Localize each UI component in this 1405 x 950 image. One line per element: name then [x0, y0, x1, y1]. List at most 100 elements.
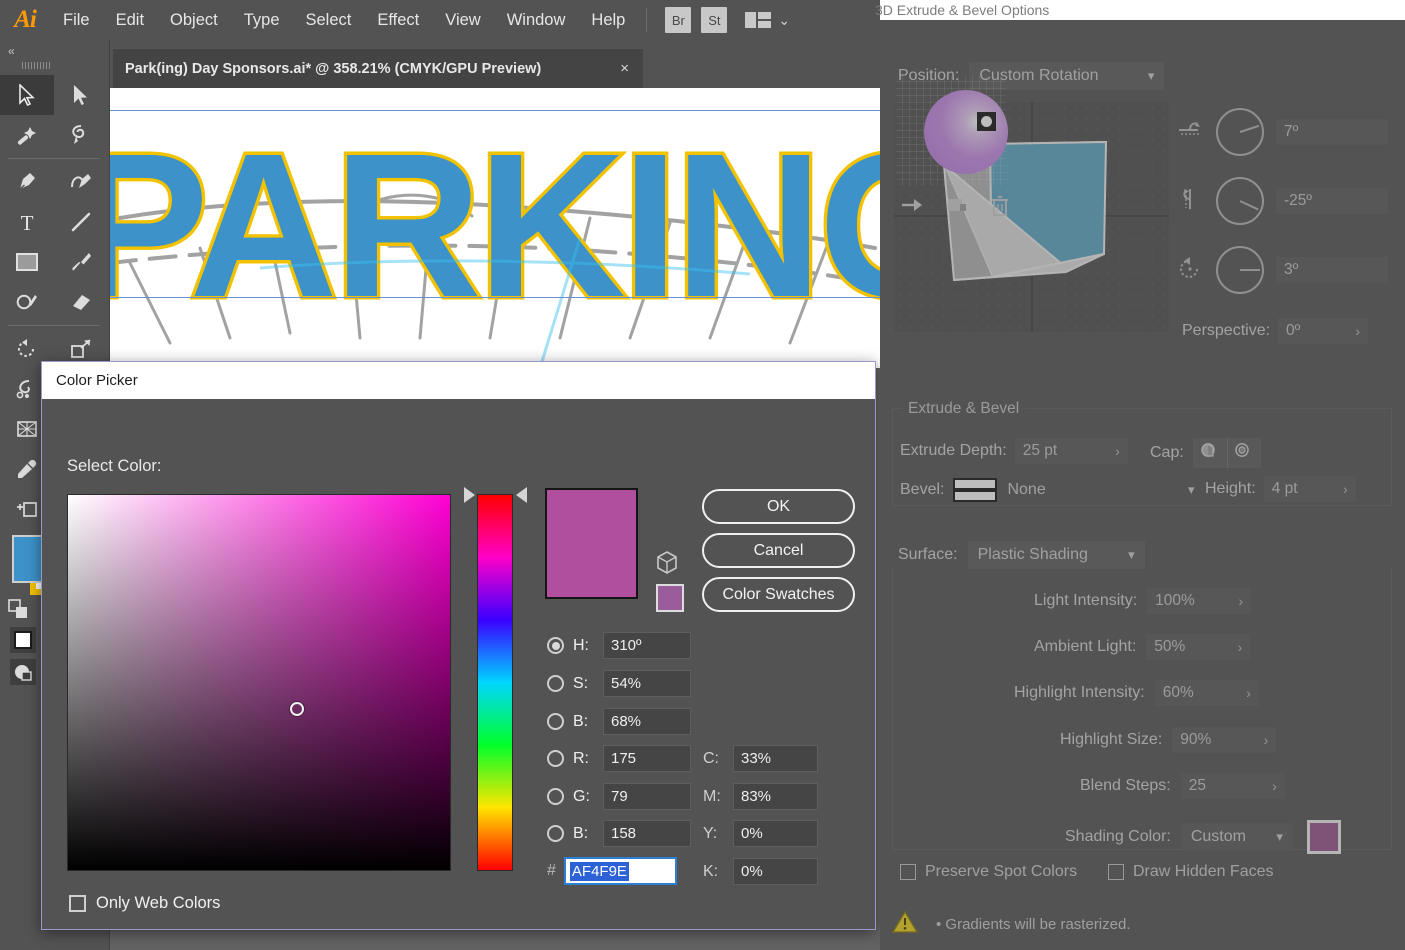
color-swatches-button[interactable]: Color Swatches [702, 577, 855, 612]
red-radio[interactable] [547, 750, 564, 767]
delete-light-icon[interactable] [990, 195, 1010, 222]
only-web-colors-checkbox[interactable] [69, 895, 86, 912]
menu-type[interactable]: Type [231, 0, 293, 40]
hue-slider[interactable] [477, 494, 513, 871]
draw-hidden-faces-row[interactable]: Draw Hidden Faces [1108, 863, 1274, 881]
hue-input[interactable]: 310º [603, 632, 691, 659]
menu-object[interactable]: Object [157, 0, 231, 40]
green-radio[interactable] [547, 788, 564, 805]
previous-color-swatch[interactable] [656, 584, 684, 612]
light-position-grid[interactable] [896, 76, 1008, 186]
paintbrush-tool[interactable] [54, 242, 108, 282]
chevron-down-icon[interactable]: ⌄ [778, 12, 790, 29]
cap-hollow-button[interactable] [1226, 438, 1261, 468]
menu-help[interactable]: Help [578, 0, 638, 40]
screen-mode-icon[interactable] [10, 659, 36, 685]
hue-marker-left[interactable] [464, 487, 475, 503]
blue-radio[interactable] [547, 825, 564, 842]
perspective-input[interactable]: 0º › [1278, 318, 1369, 344]
workspace-switcher-icon[interactable] [745, 11, 772, 29]
ambient-light-input[interactable]: 50% › [1146, 634, 1251, 660]
cap-solid-button[interactable] [1192, 438, 1227, 468]
green-input[interactable]: 79 [603, 783, 691, 810]
preserve-spot-colors-checkbox[interactable] [900, 864, 916, 880]
curvature-tool[interactable] [54, 162, 108, 202]
light-intensity-input[interactable]: 100% › [1147, 588, 1252, 614]
chevron-right-icon: › [1238, 593, 1244, 609]
rectangle-tool[interactable] [0, 242, 54, 282]
blend-steps-value: 25 [1188, 777, 1206, 794]
surface-label: Surface: [898, 546, 958, 563]
cyan-input[interactable]: 33% [733, 745, 818, 772]
rotation-z-dial[interactable] [1216, 246, 1264, 294]
blue-input[interactable]: 158 [603, 820, 691, 847]
surface-select[interactable]: Plastic Shading ▾ [967, 541, 1145, 569]
close-icon[interactable]: × [620, 60, 629, 77]
rotation-x-dial[interactable] [1216, 108, 1264, 156]
preserve-spot-colors-row[interactable]: Preserve Spot Colors [900, 863, 1077, 881]
chevron-right-icon: › [1263, 732, 1269, 748]
menu-effect[interactable]: Effect [364, 0, 432, 40]
direct-selection-tool[interactable] [54, 75, 108, 115]
bridge-button[interactable]: Br [665, 7, 692, 33]
document-tab[interactable]: Park(ing) Day Sponsors.ai* @ 358.21% (CM… [113, 48, 643, 88]
collapse-panel-icon[interactable]: « [0, 40, 109, 58]
bevel-select[interactable]: None ▾ [997, 476, 1204, 504]
shaper-tool[interactable] [0, 282, 54, 322]
shading-color-swatch[interactable] [1306, 820, 1341, 854]
selection-tool[interactable] [0, 75, 54, 115]
red-input[interactable]: 175 [603, 745, 691, 772]
rotation-y-dial[interactable] [1216, 177, 1264, 225]
line-segment-tool[interactable] [54, 202, 108, 242]
only-web-colors-row[interactable]: Only Web Colors [69, 894, 220, 913]
extrude-depth-input[interactable]: 25 pt › [1014, 438, 1128, 464]
swap-fill-stroke-icon[interactable] [8, 599, 30, 621]
panel-drag-handle[interactable] [22, 62, 50, 69]
red-field-row: R: 175 [547, 745, 691, 772]
color-field[interactable] [67, 494, 451, 871]
pen-tool[interactable] [0, 162, 54, 202]
highlight-intensity-input[interactable]: 60% › [1154, 680, 1259, 706]
menu-edit[interactable]: Edit [103, 0, 157, 40]
lasso-tool[interactable] [54, 115, 108, 155]
move-light-back-icon[interactable] [900, 195, 924, 222]
light-source-handle[interactable] [977, 112, 996, 131]
warning-row: • Gradients will be rasterized. [891, 910, 1131, 939]
menu-file[interactable]: File [50, 0, 103, 40]
yellow-input[interactable]: 0% [733, 820, 818, 847]
hue-marker-right[interactable] [516, 487, 527, 503]
saturation-radio[interactable] [547, 675, 564, 692]
rotation-y-input[interactable]: -25º [1276, 188, 1388, 214]
cancel-button[interactable]: Cancel [702, 533, 855, 568]
stock-button[interactable]: St [701, 7, 728, 33]
shading-color-select[interactable]: Custom ▾ [1180, 823, 1293, 851]
rotation-z-input[interactable]: 3º [1276, 257, 1388, 283]
menu-divider [646, 8, 648, 32]
height-input[interactable]: 4 pt › [1263, 476, 1356, 502]
menu-select[interactable]: Select [293, 0, 365, 40]
saturation-input[interactable]: 54% [603, 670, 691, 697]
magic-wand-tool[interactable] [0, 115, 54, 155]
blend-steps-input[interactable]: 25 › [1180, 773, 1285, 799]
highlight-size-input[interactable]: 90% › [1172, 727, 1277, 753]
draw-hidden-faces-checkbox[interactable] [1108, 864, 1124, 880]
color-mode-color[interactable] [10, 627, 36, 653]
eraser-tool[interactable] [54, 282, 108, 322]
hue-radio[interactable] [547, 637, 564, 654]
color-field-marker[interactable] [290, 702, 304, 716]
surface-value: Plastic Shading [977, 546, 1088, 563]
rotation-x-input[interactable]: 7º [1276, 119, 1388, 145]
brightness-input[interactable]: 68% [603, 708, 691, 735]
brightness-radio[interactable] [547, 713, 564, 730]
ok-button[interactable]: OK [702, 489, 855, 524]
out-of-web-gamut-cube-icon[interactable] [656, 551, 678, 580]
menu-view[interactable]: View [432, 0, 493, 40]
magenta-input[interactable]: 83% [733, 783, 818, 810]
new-light-icon[interactable] [946, 195, 968, 222]
hex-input[interactable]: AF4F9E [563, 857, 677, 885]
type-tool[interactable]: T [0, 202, 54, 242]
shading-color-label: Shading Color: [1065, 828, 1171, 845]
menu-window[interactable]: Window [494, 0, 579, 40]
black-input[interactable]: 0% [733, 858, 818, 885]
highlight-intensity-row: Highlight Intensity: 60% › [1014, 680, 1259, 706]
